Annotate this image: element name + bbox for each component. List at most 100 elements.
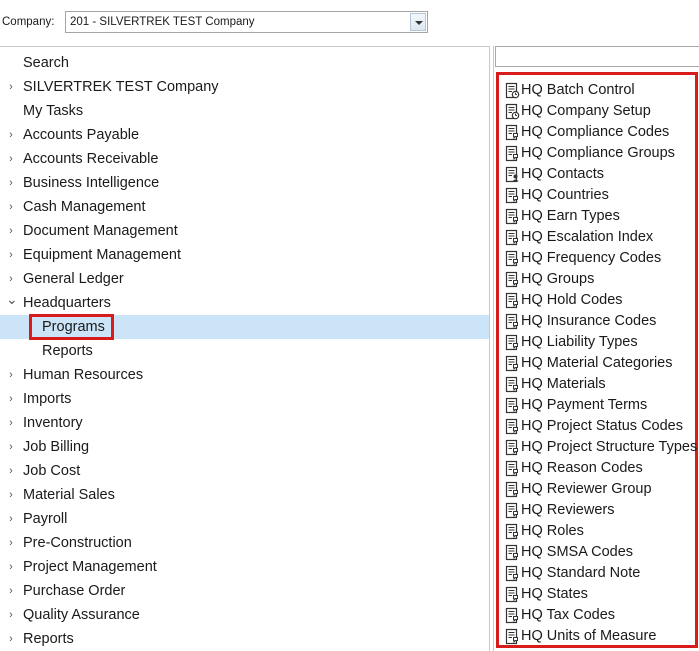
chevron-right-icon[interactable]: › — [6, 579, 16, 603]
tree-item-label: SILVERTREK TEST Company — [23, 79, 219, 95]
chevron-right-icon[interactable]: › — [6, 243, 16, 267]
program-item-hq-hold-codes[interactable]: HQ Hold Codes — [504, 290, 699, 311]
program-item-label: HQ Roles — [521, 523, 584, 539]
form-icon — [504, 376, 520, 393]
chevron-right-icon[interactable]: › — [6, 219, 16, 243]
chevron-right-icon[interactable]: › — [6, 531, 16, 555]
tree-item-project-management[interactable]: › Project Management — [0, 555, 489, 579]
tree-item-headquarters[interactable]: ⌄ Headquarters — [0, 291, 489, 315]
program-item-label: HQ Tax Codes — [521, 607, 616, 623]
tree-item-accounts-payable[interactable]: › Accounts Payable — [0, 123, 489, 147]
form-icon — [504, 145, 520, 162]
tree-item-search[interactable]: Search — [0, 51, 489, 75]
chevron-right-icon[interactable]: › — [6, 123, 16, 147]
chevron-right-icon[interactable]: › — [6, 507, 16, 531]
chevron-right-icon[interactable]: › — [6, 267, 16, 291]
tree-item-label: Accounts Receivable — [23, 151, 159, 167]
chevron-right-icon[interactable]: › — [6, 411, 16, 435]
tree-item-imports[interactable]: › Imports — [0, 387, 489, 411]
form-icon — [504, 250, 520, 267]
program-item-hq-company-setup[interactable]: HQ Company Setup — [504, 101, 699, 122]
tree-item-job-cost[interactable]: › Job Cost — [0, 459, 489, 483]
chevron-down-icon[interactable]: ⌄ — [6, 291, 18, 315]
tree-item-material-sales[interactable]: › Material Sales — [0, 483, 489, 507]
program-item-label: HQ Countries — [521, 187, 609, 203]
program-item-label: HQ Groups — [521, 271, 595, 287]
program-item-hq-liability-types[interactable]: HQ Liability Types — [504, 332, 699, 353]
program-item-hq-reason-codes[interactable]: HQ Reason Codes — [504, 458, 699, 479]
tree-item-pre-construction[interactable]: › Pre-Construction — [0, 531, 489, 555]
program-item-label: HQ Escalation Index — [521, 229, 654, 245]
tree-item-programs[interactable]: Programs — [0, 314, 489, 340]
tree-item-purchase-order[interactable]: › Purchase Order — [0, 579, 489, 603]
program-item-hq-units-of-measure[interactable]: HQ Units of Measure — [504, 626, 699, 647]
chevron-right-icon[interactable]: › — [6, 483, 16, 507]
tree-item-accounts-receivable[interactable]: › Accounts Receivable — [0, 147, 489, 171]
chevron-right-icon[interactable]: › — [6, 555, 16, 579]
program-item-hq-project-status-codes[interactable]: HQ Project Status Codes — [504, 416, 699, 437]
chevron-right-icon[interactable]: › — [6, 387, 16, 411]
form-icon — [504, 607, 520, 624]
tree-item-equipment-management[interactable]: › Equipment Management — [0, 243, 489, 267]
program-item-hq-compliance-codes[interactable]: HQ Compliance Codes — [504, 122, 699, 143]
tree-item-reports[interactable]: › Reports — [0, 627, 489, 651]
tree-item-label: Imports — [23, 391, 72, 407]
program-item-hq-tax-codes[interactable]: HQ Tax Codes — [504, 605, 699, 626]
tree-item-label: Reports — [23, 631, 74, 647]
chevron-right-icon[interactable]: › — [6, 195, 16, 219]
form-icon — [504, 208, 520, 225]
program-item-hq-smsa-codes[interactable]: HQ SMSA Codes — [504, 542, 699, 563]
program-item-hq-insurance-codes[interactable]: HQ Insurance Codes — [504, 311, 699, 332]
program-item-label: HQ Company Setup — [521, 103, 651, 119]
chevron-right-icon[interactable]: › — [6, 147, 16, 171]
program-item-hq-groups[interactable]: HQ Groups — [504, 269, 699, 290]
tree-item-job-billing[interactable]: › Job Billing — [0, 435, 489, 459]
chevron-down-icon[interactable] — [410, 13, 426, 31]
chevron-right-icon[interactable]: › — [6, 435, 16, 459]
form-icon — [504, 229, 520, 246]
program-item-label: HQ Payment Terms — [521, 397, 648, 413]
program-item-hq-states[interactable]: HQ States — [504, 584, 699, 605]
program-item-hq-earn-types[interactable]: HQ Earn Types — [504, 206, 699, 227]
program-item-hq-project-structure-types[interactable]: HQ Project Structure Types — [504, 437, 699, 458]
program-item-hq-escalation-index[interactable]: HQ Escalation Index — [504, 227, 699, 248]
tree-item-quality-assurance[interactable]: › Quality Assurance — [0, 603, 489, 627]
tree-item-cash-management[interactable]: › Cash Management — [0, 195, 489, 219]
tree-item-label: Accounts Payable — [23, 127, 140, 143]
chevron-right-icon[interactable]: › — [6, 75, 16, 99]
tree-item-silvertrek-test-company[interactable]: › SILVERTREK TEST Company — [0, 75, 489, 99]
tree-item-business-intelligence[interactable]: › Business Intelligence — [0, 171, 489, 195]
chevron-right-icon[interactable]: › — [6, 603, 16, 627]
tree-item-my-tasks[interactable]: My Tasks — [0, 99, 489, 123]
program-item-hq-countries[interactable]: HQ Countries — [504, 185, 699, 206]
program-item-hq-contacts[interactable]: HQ Contacts — [504, 164, 699, 185]
program-item-label: HQ Standard Note — [521, 565, 641, 581]
program-item-hq-standard-note[interactable]: HQ Standard Note — [504, 563, 699, 584]
company-dropdown[interactable]: 201 - SILVERTREK TEST Company — [65, 11, 428, 33]
tree-item-general-ledger[interactable]: › General Ledger — [0, 267, 489, 291]
program-item-hq-reviewer-group[interactable]: HQ Reviewer Group — [504, 479, 699, 500]
program-item-hq-frequency-codes[interactable]: HQ Frequency Codes — [504, 248, 699, 269]
chevron-right-icon[interactable]: › — [6, 171, 16, 195]
tree-item-document-management[interactable]: › Document Management — [0, 219, 489, 243]
program-item-hq-batch-control[interactable]: HQ Batch Control — [504, 80, 699, 101]
tree-item-human-resources[interactable]: › Human Resources — [0, 363, 489, 387]
program-item-hq-material-categories[interactable]: HQ Material Categories — [504, 353, 699, 374]
tree-item-payroll[interactable]: › Payroll — [0, 507, 489, 531]
program-item-hq-compliance-groups[interactable]: HQ Compliance Groups — [504, 143, 699, 164]
program-item-hq-payment-terms[interactable]: HQ Payment Terms — [504, 395, 699, 416]
chevron-right-icon[interactable]: › — [6, 363, 16, 387]
chevron-right-icon[interactable]: › — [6, 627, 16, 651]
tree-item-reports[interactable]: Reports — [0, 339, 489, 363]
program-item-hq-reviewers[interactable]: HQ Reviewers — [504, 500, 699, 521]
program-item-label: HQ Compliance Codes — [521, 124, 670, 140]
tree-item-label: Material Sales — [23, 487, 115, 503]
batch-form-icon — [504, 82, 520, 99]
tree-item-inventory[interactable]: › Inventory — [0, 411, 489, 435]
program-item-hq-materials[interactable]: HQ Materials — [504, 374, 699, 395]
chevron-right-icon[interactable]: › — [6, 459, 16, 483]
tree-item-label: Business Intelligence — [23, 175, 160, 191]
program-item-label: HQ Contacts — [521, 166, 604, 182]
program-item-hq-roles[interactable]: HQ Roles — [504, 521, 699, 542]
tree-item-label: Document Management — [23, 223, 178, 239]
